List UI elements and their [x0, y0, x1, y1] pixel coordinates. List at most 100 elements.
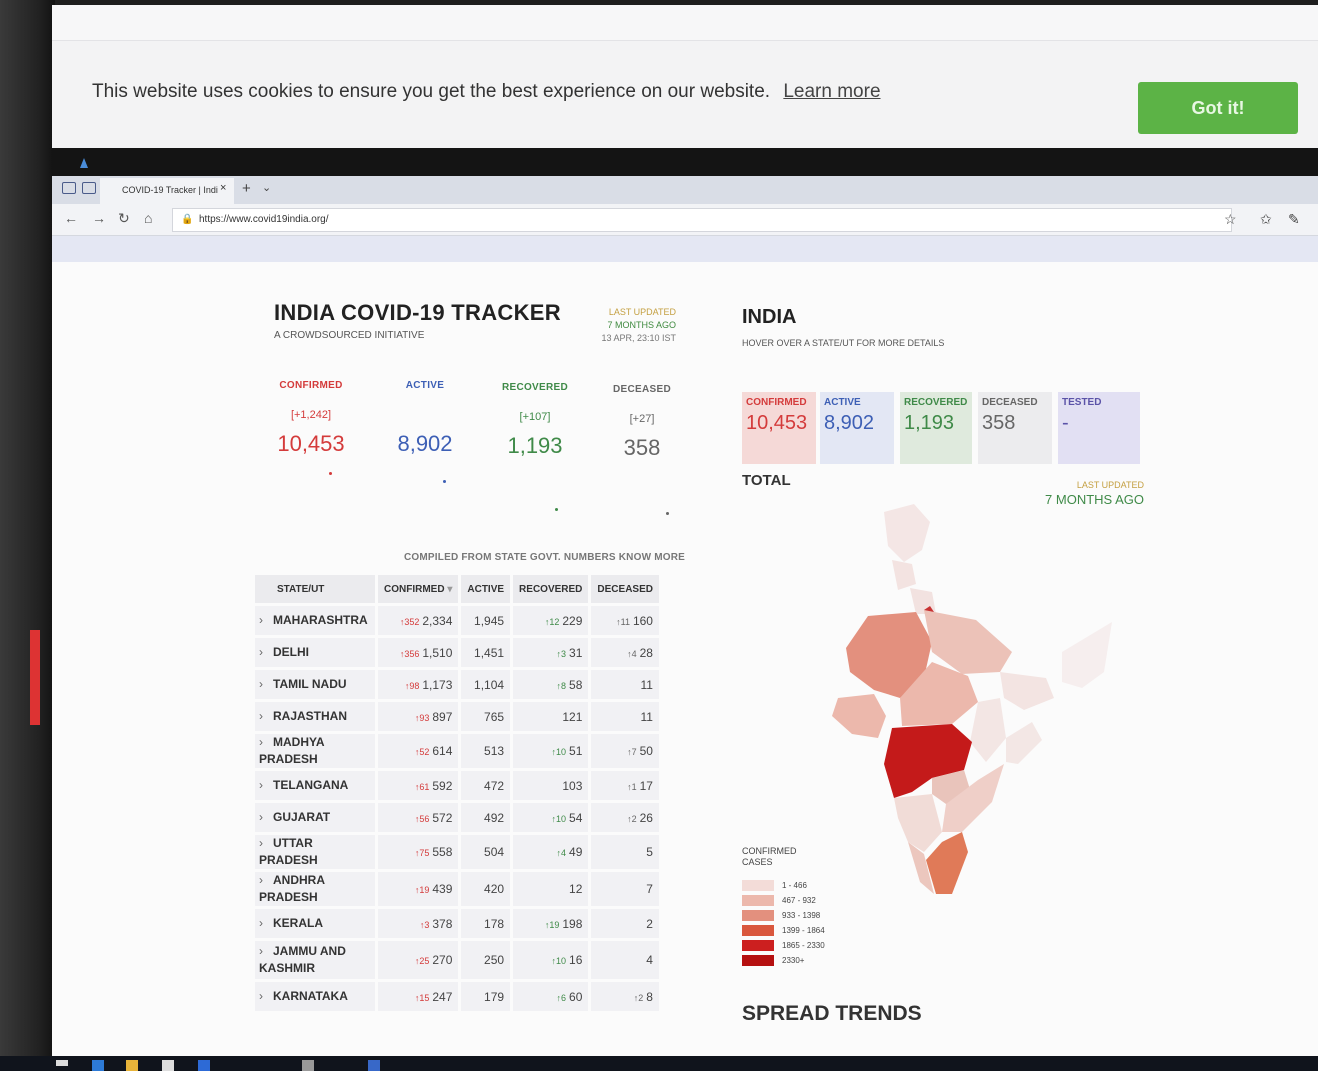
got-it-button[interactable]: Got it! — [1138, 82, 1298, 134]
close-tab-icon[interactable]: × — [220, 182, 226, 194]
expand-chevron-icon[interactable]: › — [259, 644, 273, 661]
recovered-value: 121 — [562, 709, 583, 724]
card-label: RECOVERED — [904, 397, 968, 408]
active-value: 420 — [484, 882, 505, 896]
expand-chevron-icon[interactable]: › — [259, 809, 273, 826]
deceased-value: 4 — [646, 953, 653, 967]
confirmed-value: 558 — [432, 845, 453, 859]
address-bar[interactable]: 🔒 https://www.covid19india.org/ — [172, 208, 1232, 232]
lock-icon: 🔒 — [181, 214, 194, 225]
table-row[interactable]: › GUJARAT ↑56 572 492 ↑10 54 ↑2 26 — [255, 803, 659, 832]
map-state-chhattisgarh[interactable] — [970, 698, 1006, 762]
state-name-cell[interactable]: › MADHYA PRADESH — [255, 734, 375, 768]
store-taskbar-icon[interactable] — [162, 1060, 174, 1071]
url-text: https://www.covid19india.org/ — [199, 214, 329, 225]
active-value: 504 — [484, 845, 505, 859]
state-name-cell[interactable]: › UTTAR PRADESH — [255, 835, 375, 869]
header-recovered[interactable]: RECOVERED — [513, 575, 589, 603]
table-row[interactable]: › KERALA ↑3 378 178 ↑19 198 2 — [255, 909, 659, 938]
table-row[interactable]: › MAHARASHTRA ↑352 2,334 1,945 ↑12 229 ↑11 160 — [255, 606, 659, 635]
table-row[interactable]: › DELHI ↑356 1,510 1,451 ↑3 31 ↑4 28 — [255, 638, 659, 667]
india-map[interactable] — [792, 502, 1112, 972]
state-name: TELANGANA — [273, 778, 349, 792]
legend-range-label: 2330+ — [782, 956, 805, 965]
table-row[interactable]: › TELANGANA ↑61 592 472 103 ↑1 17 — [255, 771, 659, 800]
state-name-cell[interactable]: › GUJARAT — [255, 803, 375, 832]
map-state-northeast[interactable] — [1062, 622, 1112, 688]
state-name-cell[interactable]: › MAHARASHTRA — [255, 606, 375, 635]
expand-chevron-icon[interactable]: › — [259, 777, 273, 794]
table-row[interactable]: › TAMIL NADU ↑98 1,173 1,104 ↑8 58 11 — [255, 670, 659, 699]
recovered-delta: ↑19 — [544, 919, 560, 930]
state-name-cell[interactable]: › JAMMU AND KASHMIR — [255, 941, 375, 979]
favorites-icon[interactable]: ✩ — [1260, 211, 1272, 228]
last-updated-time: 13 APR, 23:10 IST — [601, 333, 676, 343]
confirmed-cell: ↑356 1,510 — [378, 638, 459, 667]
table-row[interactable]: › MADHYA PRADESH ↑52 614 513 ↑10 51 ↑7 50 — [255, 734, 659, 768]
state-name-cell[interactable]: › TELANGANA — [255, 771, 375, 800]
start-icon[interactable] — [56, 1060, 68, 1066]
expand-chevron-icon[interactable]: › — [259, 872, 273, 889]
edge-taskbar-icon[interactable] — [92, 1060, 104, 1071]
map-state-himachal[interactable] — [892, 560, 916, 590]
vs-taskbar-icon[interactable] — [368, 1060, 380, 1071]
chevron-down-icon[interactable]: ⌄ — [262, 181, 271, 194]
header-deceased[interactable]: DECEASED — [591, 575, 659, 603]
table-row[interactable]: › KARNATAKA ↑15 247 179 ↑6 60 ↑2 8 — [255, 982, 659, 1011]
expand-chevron-icon[interactable]: › — [259, 708, 273, 725]
expand-chevron-icon[interactable]: › — [259, 676, 273, 693]
learn-more-link[interactable]: Learn more — [783, 81, 880, 102]
map-state-odisha[interactable] — [1006, 722, 1042, 764]
map-state-bihar-jharkhand[interactable] — [1000, 672, 1054, 710]
home-icon[interactable]: ⌂ — [144, 210, 152, 226]
expand-chevron-icon[interactable]: › — [259, 734, 273, 751]
stat-deceased: DECEASED [+27] 358 — [587, 384, 697, 461]
active-cell: 1,945 — [461, 606, 511, 635]
new-tab-icon[interactable]: + — [242, 180, 251, 197]
expand-chevron-icon[interactable]: › — [259, 612, 273, 629]
deceased-value: 28 — [639, 645, 653, 660]
state-name-cell[interactable]: › ANDHRA PRADESH — [255, 872, 375, 906]
state-name-cell[interactable]: › RAJASTHAN — [255, 702, 375, 731]
confirmed-cell: ↑19 439 — [378, 872, 459, 906]
folder-taskbar-icon[interactable] — [126, 1060, 138, 1071]
map-state-karnataka[interactable] — [894, 794, 942, 852]
app-taskbar-icon[interactable] — [302, 1060, 314, 1071]
state-name-cell[interactable]: › KERALA — [255, 909, 375, 938]
forward-icon[interactable]: → — [92, 210, 106, 226]
state-name-cell[interactable]: › DELHI — [255, 638, 375, 667]
map-state-gujarat[interactable] — [832, 694, 886, 738]
table-row[interactable]: › RAJASTHAN ↑93 897 765 121 11 — [255, 702, 659, 731]
header-active[interactable]: ACTIVE — [461, 575, 511, 603]
expand-chevron-icon[interactable]: › — [259, 988, 273, 1005]
table-row[interactable]: › JAMMU AND KASHMIR ↑25 270 250 ↑10 16 4 — [255, 941, 659, 979]
tab-aside-icon[interactable] — [82, 182, 96, 194]
tab-actions-icon[interactable] — [62, 182, 76, 194]
back-icon[interactable]: ← — [64, 210, 78, 226]
tab-covid-tracker[interactable]: COVID-19 Tracker | Indi — [100, 178, 234, 204]
state-name-cell[interactable]: › KARNATAKA — [255, 982, 375, 1011]
stat-confirmed: CONFIRMED [+1,242] 10,453 — [256, 380, 366, 457]
state-name-cell[interactable]: › TAMIL NADU — [255, 670, 375, 699]
recovered-cell: 12 — [513, 872, 589, 906]
refresh-icon[interactable]: ↻ — [118, 210, 130, 227]
compiled-note[interactable]: COMPILED FROM STATE GOVT. NUMBERS KNOW M… — [404, 552, 685, 563]
active-value: 1,104 — [474, 677, 505, 692]
header-state[interactable]: STATE/UT — [255, 575, 375, 603]
favorite-star-icon[interactable]: ☆ — [1224, 211, 1237, 228]
legend-title: CONFIRMED CASES — [742, 846, 797, 867]
state-name: GUJARAT — [273, 810, 331, 824]
map-state-jammu-kashmir[interactable] — [884, 504, 930, 562]
stat-value: 1,193 — [507, 433, 563, 458]
recovered-cell: ↑8 58 — [513, 670, 589, 699]
table-row[interactable]: › UTTAR PRADESH ↑75 558 504 ↑4 49 5 — [255, 835, 659, 869]
pen-icon[interactable]: ✎ — [1288, 211, 1300, 228]
mail-taskbar-icon[interactable] — [198, 1060, 210, 1071]
expand-chevron-icon[interactable]: › — [259, 915, 273, 932]
expand-chevron-icon[interactable]: › — [259, 835, 273, 852]
table-row[interactable]: › ANDHRA PRADESH ↑19 439 420 12 7 — [255, 872, 659, 906]
expand-chevron-icon[interactable]: › — [259, 943, 273, 960]
map-last-updated-label: LAST UPDATED — [1076, 480, 1144, 490]
recovered-delta: ↑3 — [556, 648, 567, 659]
header-confirmed[interactable]: CONFIRMED ▾ — [378, 575, 459, 603]
